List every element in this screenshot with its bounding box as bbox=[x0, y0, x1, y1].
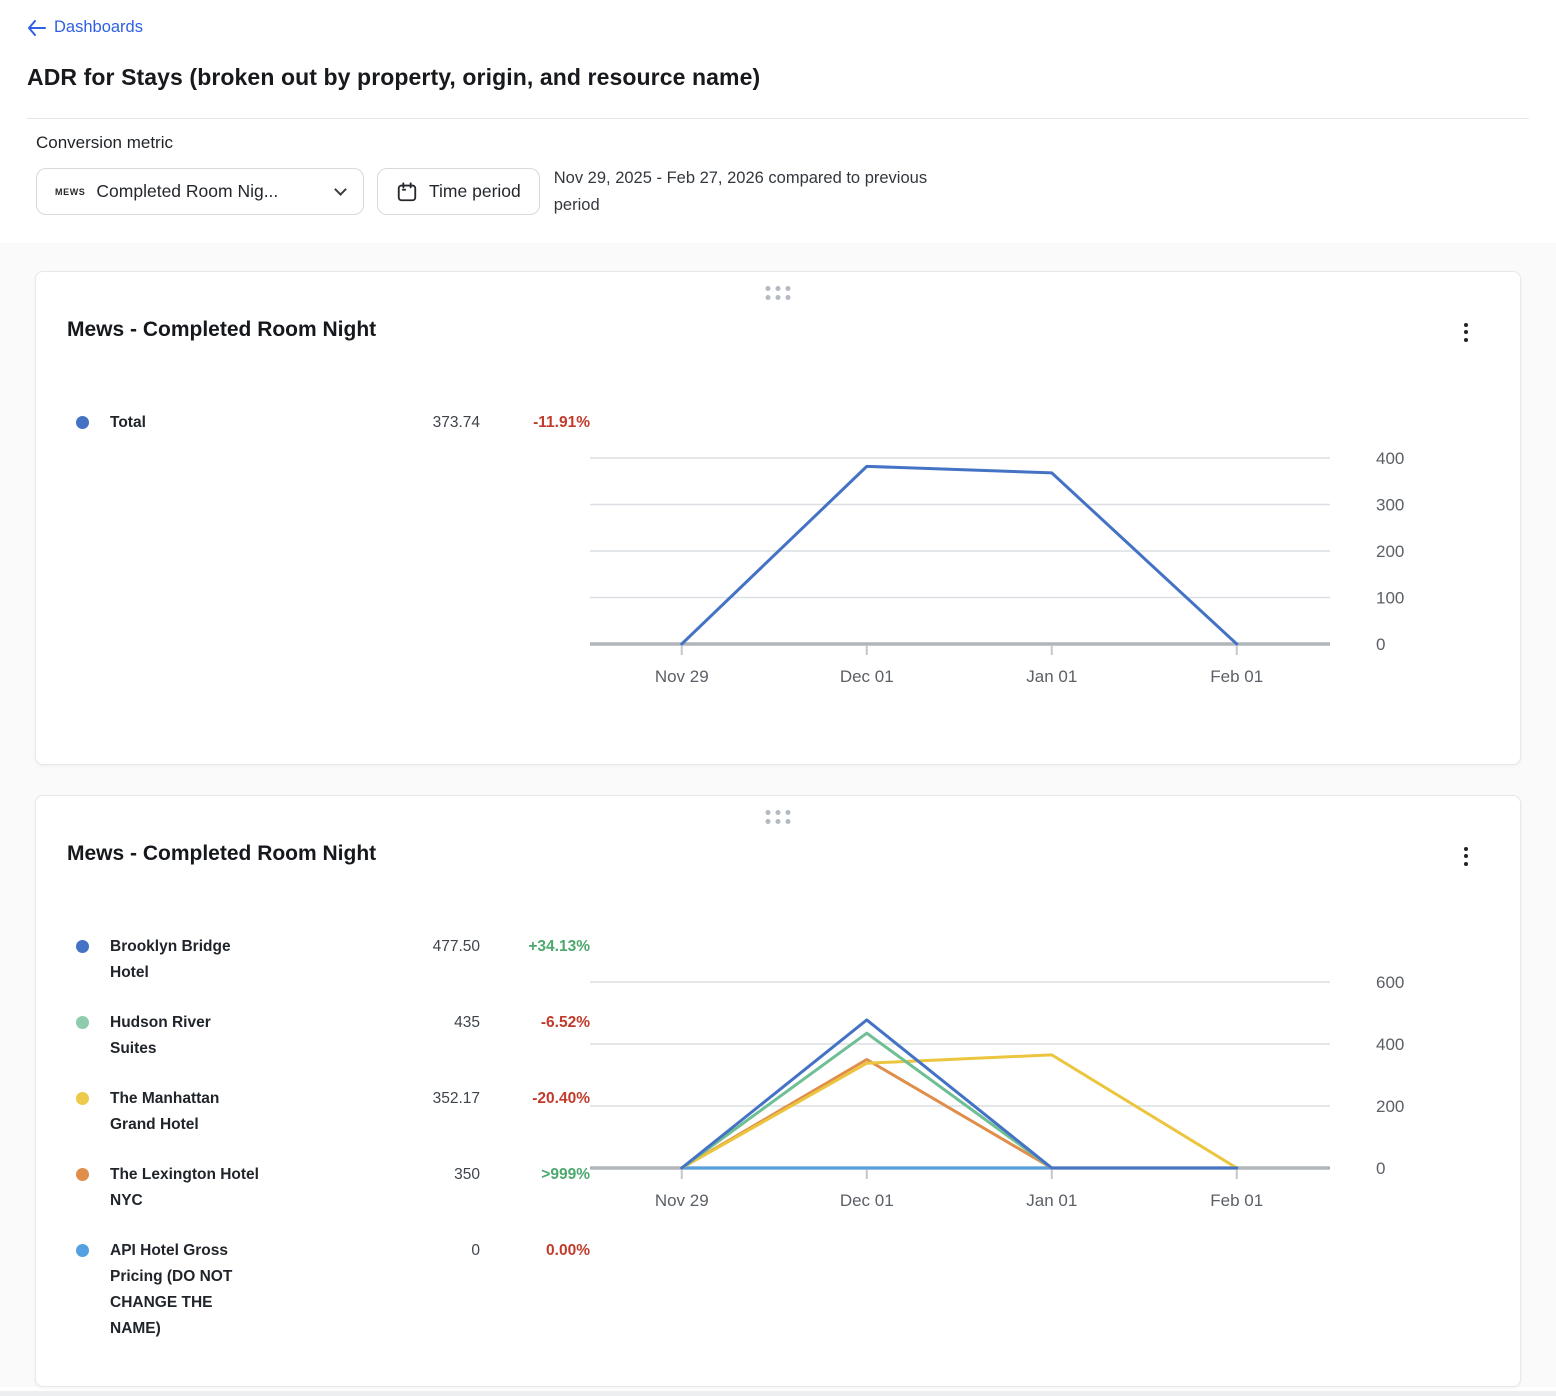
series-color-dot bbox=[76, 1168, 89, 1181]
total-line-chart: Nov 29 Dec 01 Jan 01 Feb 01 0 100 200 300 400 bbox=[590, 444, 1490, 694]
svg-text:0: 0 bbox=[1376, 635, 1385, 654]
series-name: Hudson River Suites bbox=[110, 1010, 260, 1062]
series-name: API Hotel Gross Pricing (DO NOT CHANGE T… bbox=[110, 1238, 260, 1342]
svg-text:400: 400 bbox=[1376, 449, 1404, 468]
series-value: 435 bbox=[260, 1010, 480, 1036]
legend-item-brooklyn-bridge-hotel[interactable]: Brooklyn Bridge Hotel 477.50 +34.13% bbox=[76, 934, 590, 986]
page-title: ADR for Stays (broken out by property, o… bbox=[27, 64, 1529, 91]
back-to-dashboards-link[interactable]: Dashboards bbox=[27, 18, 143, 37]
series-name: Brooklyn Bridge Hotel bbox=[110, 934, 260, 986]
series-color-dot bbox=[76, 1244, 89, 1257]
chart-legend: Brooklyn Bridge Hotel 477.50 +34.13% Hud… bbox=[36, 934, 590, 1366]
series-value: 350 bbox=[260, 1162, 480, 1188]
series-change: -20.40% bbox=[480, 1086, 590, 1112]
conversion-metric-value: Completed Room Nig... bbox=[96, 181, 278, 202]
legend-item-api-hotel-gross-pricing[interactable]: API Hotel Gross Pricing (DO NOT CHANGE T… bbox=[76, 1238, 590, 1342]
more-options-button[interactable] bbox=[1456, 318, 1476, 347]
svg-text:0: 0 bbox=[1376, 1159, 1385, 1178]
properties-line-chart: Nov 29 Dec 01 Jan 01 Feb 01 0 200 400 600 bbox=[590, 968, 1490, 1218]
series-color-dot bbox=[76, 1092, 89, 1105]
series-change: 0.00% bbox=[480, 1238, 590, 1264]
time-period-button[interactable]: Time period bbox=[377, 168, 540, 215]
next-row-edge bbox=[0, 1391, 1556, 1396]
mews-logo: MEWS bbox=[55, 187, 85, 197]
svg-text:Feb 01: Feb 01 bbox=[1210, 667, 1263, 686]
svg-text:Jan 01: Jan 01 bbox=[1026, 1191, 1077, 1210]
svg-text:Jan 01: Jan 01 bbox=[1026, 667, 1077, 686]
drag-handle[interactable] bbox=[762, 282, 795, 304]
dashboard-canvas: Mews - Completed Room Night Total 373.74… bbox=[0, 243, 1556, 1387]
svg-text:Feb 01: Feb 01 bbox=[1210, 1191, 1263, 1210]
series-change: +34.13% bbox=[480, 934, 590, 960]
legend-item-hudson-river-suites[interactable]: Hudson River Suites 435 -6.52% bbox=[76, 1010, 590, 1062]
series-value: 352.17 bbox=[260, 1086, 480, 1112]
svg-text:200: 200 bbox=[1376, 1097, 1404, 1116]
series-value: 0 bbox=[260, 1238, 480, 1264]
series-value: 373.74 bbox=[260, 410, 480, 436]
svg-text:Nov 29: Nov 29 bbox=[655, 667, 709, 686]
top-header: Dashboards ADR for Stays (broken out by … bbox=[0, 0, 1556, 119]
legend-item-total[interactable]: Total 373.74 -11.91% bbox=[76, 410, 590, 436]
series-change: -6.52% bbox=[480, 1010, 590, 1036]
svg-text:600: 600 bbox=[1376, 973, 1404, 992]
conversion-metric-dropdown[interactable]: MEWS Completed Room Nig... bbox=[36, 168, 364, 215]
svg-text:200: 200 bbox=[1376, 542, 1404, 561]
conversion-metric-label: Conversion metric bbox=[36, 133, 1529, 153]
chevron-down-icon bbox=[334, 183, 347, 196]
back-arrow-icon bbox=[27, 20, 46, 36]
back-link-label: Dashboards bbox=[54, 18, 143, 37]
svg-text:300: 300 bbox=[1376, 495, 1404, 514]
series-name: The Manhattan Grand Hotel bbox=[110, 1086, 260, 1138]
svg-text:Dec 01: Dec 01 bbox=[840, 1191, 894, 1210]
svg-text:Nov 29: Nov 29 bbox=[655, 1191, 709, 1210]
controls-section: Conversion metric MEWS Completed Room Ni… bbox=[0, 119, 1556, 219]
series-color-dot bbox=[76, 416, 89, 429]
series-value: 477.50 bbox=[260, 934, 480, 960]
legend-item-lexington-hotel-nyc[interactable]: The Lexington Hotel NYC 350 >999% bbox=[76, 1162, 590, 1214]
report-card-total: Mews - Completed Room Night Total 373.74… bbox=[35, 271, 1521, 765]
report-card-by-property: Mews - Completed Room Night Brooklyn Bri… bbox=[35, 795, 1521, 1387]
series-change: >999% bbox=[480, 1162, 590, 1188]
svg-text:100: 100 bbox=[1376, 588, 1404, 607]
drag-handle[interactable] bbox=[762, 806, 795, 828]
svg-text:Dec 01: Dec 01 bbox=[840, 667, 894, 686]
series-color-dot bbox=[76, 940, 89, 953]
svg-text:400: 400 bbox=[1376, 1035, 1404, 1054]
series-name: The Lexington Hotel NYC bbox=[110, 1162, 260, 1214]
more-options-button[interactable] bbox=[1456, 842, 1476, 871]
calendar-icon bbox=[396, 181, 418, 203]
chart-legend: Total 373.74 -11.91% bbox=[36, 410, 590, 460]
legend-item-manhattan-grand-hotel[interactable]: The Manhattan Grand Hotel 352.17 -20.40% bbox=[76, 1086, 590, 1138]
series-name: Total bbox=[110, 410, 260, 436]
time-period-label: Time period bbox=[429, 181, 521, 202]
series-change: -11.91% bbox=[480, 410, 590, 436]
series-color-dot bbox=[76, 1016, 89, 1029]
date-range-text: Nov 29, 2025 - Feb 27, 2026 compared to … bbox=[554, 165, 939, 219]
